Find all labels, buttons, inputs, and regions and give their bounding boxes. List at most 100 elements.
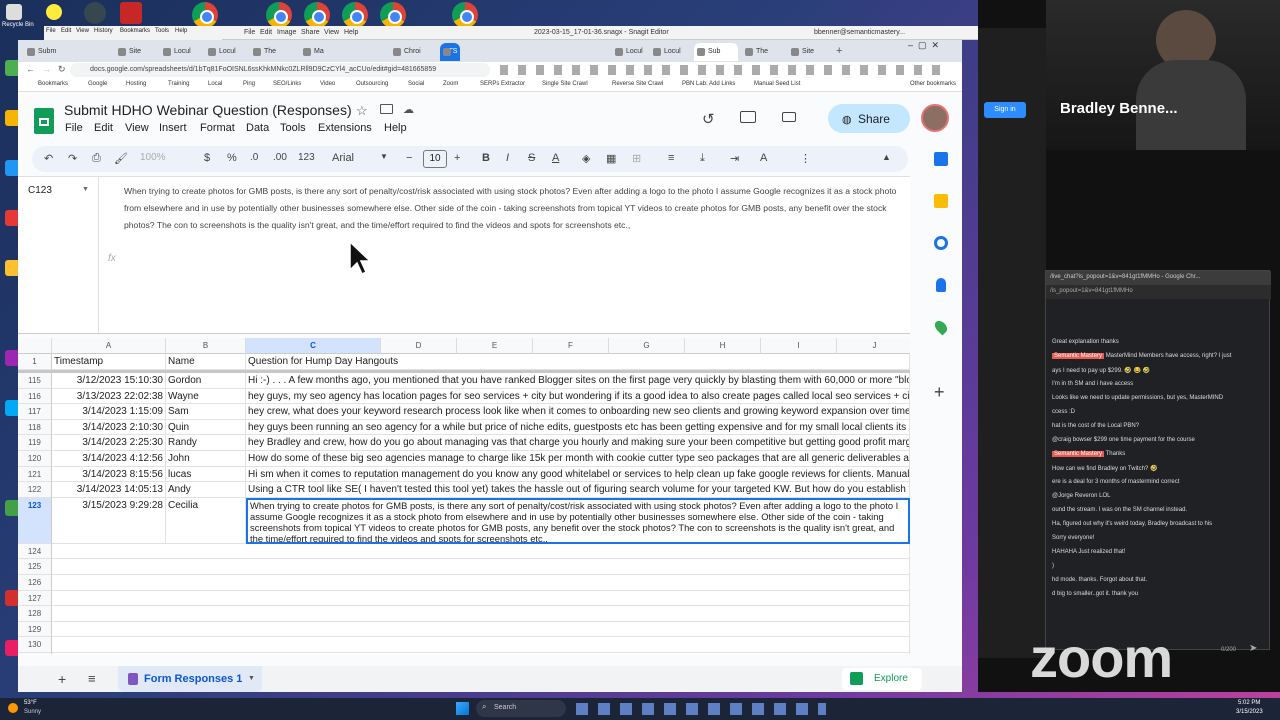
empty-row[interactable] — [52, 590, 910, 607]
sign-in-button[interactable]: Sign in — [984, 102, 1026, 118]
tasks-icon[interactable] — [934, 236, 948, 250]
all-sheets-icon[interactable]: ≡ — [88, 671, 96, 686]
contacts-icon[interactable] — [936, 278, 946, 292]
percent-button[interactable]: % — [227, 152, 237, 164]
header-cell[interactable]: Timestamp — [52, 354, 166, 370]
row-header[interactable]: 117 — [18, 404, 52, 420]
table-cell-name[interactable]: Quin — [166, 419, 246, 436]
redo-icon[interactable]: ↷ — [68, 152, 77, 165]
row-header[interactable]: 116 — [18, 388, 52, 405]
table-cell-name[interactable]: Randy — [166, 435, 246, 451]
bookmark-item[interactable]: Local — [208, 81, 222, 87]
chrome-icon[interactable] — [266, 2, 292, 28]
comments-icon[interactable] — [740, 111, 756, 123]
browser-tab[interactable]: The — [250, 43, 288, 61]
text-wrap-icon[interactable]: ⇥ — [730, 152, 739, 165]
table-cell-question[interactable]: Using a CTR tool like SE( I haven't test… — [246, 482, 910, 498]
row-header[interactable]: 121 — [18, 466, 52, 483]
formula-input[interactable]: When trying to create photos for GMB pos… — [124, 183, 908, 234]
bookmark-item[interactable]: Google — [88, 81, 107, 87]
column-header-a[interactable]: A — [52, 338, 166, 354]
table-cell-timestamp[interactable]: 3/14/2023 8:15:56 — [52, 466, 166, 483]
row-header[interactable]: 115 — [18, 373, 52, 389]
row-header[interactable]: 126 — [18, 575, 52, 591]
column-header-h[interactable]: H — [685, 338, 761, 354]
table-cell-timestamp[interactable]: 3/14/2023 14:05:13 — [52, 482, 166, 498]
font-size-decrease[interactable]: − — [406, 152, 412, 164]
table-cell-timestamp[interactable]: 3/13/2023 22:02:38 — [52, 388, 166, 405]
browser-tab[interactable]: Locul — [160, 43, 198, 61]
row-header[interactable]: 124 — [18, 543, 52, 560]
bookmark-item[interactable]: Manual Seed List — [754, 81, 800, 87]
empty-row[interactable] — [52, 559, 910, 575]
menu-edit[interactable]: Edit — [61, 28, 71, 34]
font-size-increase[interactable]: + — [454, 152, 460, 164]
sheet-tab[interactable]: Form Responses 1 ▼ — [118, 666, 262, 692]
browser-tab[interactable]: Site — [115, 43, 153, 61]
bookmark-item[interactable]: Hosting — [126, 81, 146, 87]
menu-help[interactable]: Help — [384, 122, 407, 134]
taskbar-app-icons[interactable] — [576, 703, 826, 715]
row-header[interactable]: 1 — [18, 354, 52, 370]
chevron-down-icon[interactable]: ▼ — [248, 675, 255, 682]
menu-tools[interactable]: Tools — [155, 28, 169, 34]
bookmark-item[interactable]: Reverse Site Crawl — [612, 81, 663, 87]
select-all-corner[interactable] — [18, 338, 52, 354]
browser-tab[interactable]: Site — [788, 43, 828, 61]
snagit-menu-file[interactable]: File — [244, 29, 255, 36]
table-cell-name[interactable]: Sam — [166, 404, 246, 420]
avatar[interactable] — [921, 104, 949, 132]
chrome-icon[interactable] — [192, 2, 218, 28]
browser-tab[interactable]: Subm — [24, 43, 62, 61]
zoom-select[interactable]: 100% — [140, 152, 166, 163]
history-icon[interactable]: ↺ — [702, 110, 715, 128]
more-options-icon[interactable]: ⋮ — [800, 152, 811, 165]
row-header[interactable]: 120 — [18, 451, 52, 467]
bookmark-item[interactable]: Social — [408, 81, 424, 87]
browser-tab[interactable]: Locul — [205, 43, 243, 61]
menu-insert[interactable]: Insert — [159, 122, 187, 134]
bookmark-item[interactable]: Single Site Crawl — [542, 81, 588, 87]
chrome-icon[interactable] — [304, 2, 330, 28]
fill-color-icon[interactable]: ◈ — [582, 152, 590, 165]
browser-tab[interactable]: GTS — [440, 43, 460, 61]
snagit-menu-help[interactable]: Help — [344, 29, 358, 36]
row-header[interactable]: 118 — [18, 419, 52, 436]
empty-row[interactable] — [52, 653, 910, 654]
sheets-logo-icon[interactable] — [34, 108, 54, 134]
increase-decimal-button[interactable]: .00 — [273, 152, 287, 163]
keep-icon[interactable] — [934, 194, 948, 208]
menu-data[interactable]: Data — [246, 122, 269, 134]
menu-format[interactable]: Format — [200, 122, 235, 134]
menu-extensions[interactable]: Extensions — [318, 122, 372, 134]
row-header[interactable]: 122 — [18, 482, 52, 498]
table-cell-timestamp[interactable]: 3/14/2023 4:12:56 — [52, 451, 166, 467]
app-icon[interactable] — [84, 2, 106, 24]
bookmark-item[interactable]: PBN Lab: Add Links — [682, 81, 735, 87]
lightbulb-icon[interactable] — [46, 4, 62, 20]
browser-tab[interactable]: Chroi — [390, 43, 430, 61]
chrome-icon[interactable] — [452, 2, 478, 28]
row-header[interactable]: 119 — [18, 435, 52, 451]
snagit-menu-share[interactable]: Share — [301, 29, 320, 36]
text-rotate-icon[interactable]: A — [760, 152, 767, 164]
table-cell-timestamp[interactable]: 3/14/2023 2:10:30 — [52, 419, 166, 436]
empty-row[interactable] — [52, 575, 910, 591]
chrome-icon[interactable] — [342, 2, 368, 28]
column-header-g[interactable]: G — [609, 338, 685, 354]
bookmark-item[interactable]: Other bookmarks — [910, 81, 956, 87]
menu-file[interactable]: File — [46, 28, 56, 34]
bookmark-item[interactable]: SEO/Links — [273, 81, 301, 87]
chrome-icon[interactable] — [380, 2, 406, 28]
column-header-f[interactable]: F — [533, 338, 609, 354]
column-header-e[interactable]: E — [457, 338, 533, 354]
table-cell-timestamp[interactable]: 3/14/2023 2:25:30 — [52, 435, 166, 451]
back-icon[interactable]: ← — [26, 64, 35, 74]
meet-icon[interactable] — [782, 112, 796, 122]
menu-edit[interactable]: Edit — [94, 122, 113, 134]
currency-button[interactable]: $ — [204, 152, 210, 164]
table-cell-question[interactable]: hey crew, what does your keyword researc… — [246, 404, 910, 420]
table-cell-name[interactable]: Gordon — [166, 373, 246, 389]
table-cell-name[interactable]: John — [166, 451, 246, 467]
row-header[interactable]: 131 — [18, 653, 52, 654]
